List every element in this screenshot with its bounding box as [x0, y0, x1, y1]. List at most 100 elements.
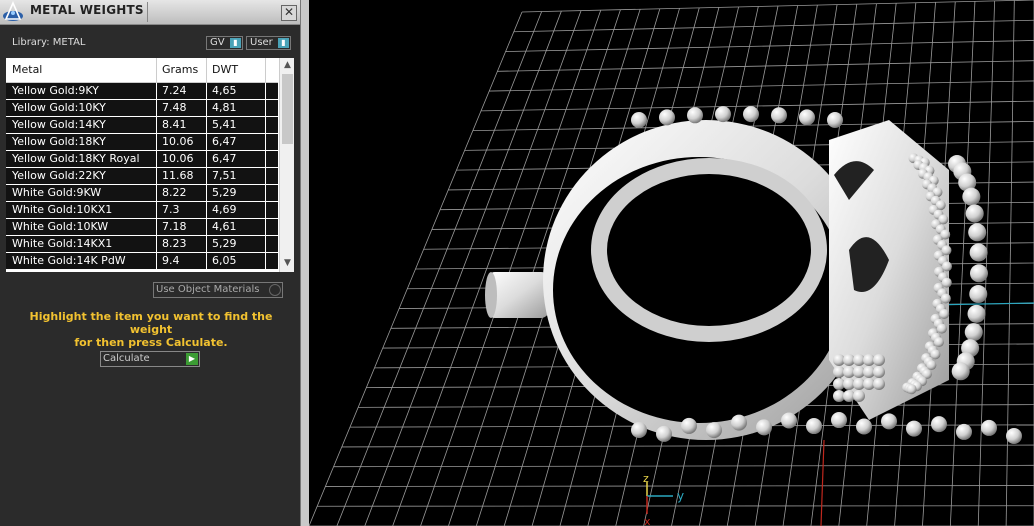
- cell-metal: Yellow Gold:18KY Royal: [12, 152, 140, 165]
- cell-metal: White Gold:14K PdW: [12, 254, 126, 267]
- column-header-grams[interactable]: Grams: [162, 63, 198, 76]
- cell-divider: [156, 185, 157, 202]
- cell-grams: 8.22: [162, 186, 187, 199]
- cell-metal: White Gold:10KW: [12, 220, 109, 233]
- cell-dwt: 4,61: [212, 220, 237, 233]
- bead: [969, 285, 988, 304]
- bead: [969, 264, 988, 283]
- cell-grams: 9.4: [162, 254, 180, 267]
- bead: [962, 187, 981, 206]
- cell-grams: 10.06: [162, 152, 194, 165]
- bead: [743, 106, 759, 123]
- close-button[interactable]: ✕: [281, 5, 297, 21]
- cell-metal: Yellow Gold:10KY: [12, 101, 106, 114]
- bead: [956, 423, 972, 440]
- viewport-scene[interactable]: [309, 0, 1034, 526]
- x-axis-label: x: [644, 515, 651, 526]
- column-divider[interactable]: [156, 58, 157, 82]
- bead: [856, 418, 872, 435]
- bead: [967, 304, 986, 323]
- column-header-metal[interactable]: Metal: [12, 63, 42, 76]
- bead: [931, 416, 947, 433]
- scroll-thumb[interactable]: [282, 74, 293, 144]
- table-row[interactable]: White Gold:14K PdW 9.4 6,05: [6, 253, 278, 270]
- cell-divider: [206, 83, 207, 100]
- cell-dwt: 4,65: [212, 84, 237, 97]
- cell-grams: 7.3: [162, 203, 180, 216]
- metal-weights-table: Metal Grams DWT Yellow Gold:9KY 7.24 4,65 Y…: [6, 58, 294, 272]
- bead: [656, 425, 672, 442]
- bead: [873, 366, 885, 378]
- user-toggle[interactable]: User ▮: [246, 36, 291, 50]
- cell-divider: [206, 134, 207, 151]
- table-row[interactable]: Yellow Gold:14KY 8.41 5,41: [6, 117, 278, 134]
- table-row[interactable]: White Gold:14KX1 8.23 5,29: [6, 236, 278, 253]
- scroll-up-icon[interactable]: ▲: [280, 60, 294, 72]
- title-bar[interactable]: METAL WEIGHTS ✕: [0, 0, 300, 25]
- cell-divider: [206, 117, 207, 134]
- axis-gizmo-icon: z y x: [643, 472, 684, 526]
- table-row[interactable]: Yellow Gold:18KY Royal 10.06 6,47: [6, 151, 278, 168]
- table-row[interactable]: White Gold:9KW 8.22 5,29: [6, 185, 278, 202]
- cell-dwt: 7,51: [212, 169, 237, 182]
- table-row[interactable]: Yellow Gold:9KY 7.24 4,65: [6, 83, 278, 100]
- ring-model[interactable]: [485, 106, 1022, 444]
- cell-grams: 11.68: [162, 169, 194, 182]
- bead: [968, 223, 987, 242]
- table-scrollbar[interactable]: ▲ ▼: [279, 58, 294, 272]
- bead: [799, 109, 815, 126]
- bead: [681, 417, 697, 434]
- cell-dwt: 4,81: [212, 101, 237, 114]
- panel-resize-edge[interactable]: [300, 0, 309, 526]
- cell-metal: White Gold:14KX1: [12, 237, 113, 250]
- cell-dwt: 4,69: [212, 203, 237, 216]
- cell-grams: 7.18: [162, 220, 187, 233]
- scroll-down-icon[interactable]: ▼: [280, 258, 294, 270]
- instruction-line: Highlight the item you want to find the …: [29, 310, 273, 336]
- bead: [827, 112, 843, 128]
- cell-divider: [265, 185, 266, 202]
- cell-dwt: 6,05: [212, 254, 237, 267]
- cell-divider: [156, 236, 157, 253]
- table-row[interactable]: Yellow Gold:10KY 7.48 4,81: [6, 100, 278, 117]
- table-row[interactable]: White Gold:10KX1 7.3 4,69: [6, 202, 278, 219]
- bead: [873, 378, 885, 390]
- table-row[interactable]: Yellow Gold:22KY 11.68 7,51: [6, 168, 278, 185]
- cell-divider: [206, 219, 207, 236]
- metal-weights-panel: METAL WEIGHTS ✕ Library: METAL GV ▮ User…: [0, 0, 302, 526]
- app-logo-icon: [3, 1, 23, 21]
- bead: [781, 412, 797, 429]
- cell-divider: [156, 134, 157, 151]
- z-axis-label: z: [643, 472, 649, 485]
- gv-toggle[interactable]: GV ▮: [206, 36, 243, 50]
- bead: [706, 422, 722, 439]
- cell-dwt: 5,29: [212, 186, 237, 199]
- cell-dwt: 6,47: [212, 135, 237, 148]
- toggle-icon: ▮: [278, 38, 289, 48]
- calculate-button[interactable]: Calculate ▶: [100, 351, 200, 367]
- window-title: METAL WEIGHTS: [30, 3, 144, 17]
- cell-metal: White Gold:10KX1: [12, 203, 113, 216]
- table-row[interactable]: White Gold:10KW 7.18 4,61: [6, 219, 278, 236]
- table-body: Yellow Gold:9KY 7.24 4,65 Yellow Gold:10KY 7…: [6, 83, 278, 270]
- cell-divider: [156, 117, 157, 134]
- table-row[interactable]: Yellow Gold:18KY 10.06 6,47: [6, 134, 278, 151]
- bead: [756, 419, 772, 436]
- cell-metal: Yellow Gold:9KY: [12, 84, 99, 97]
- 3d-viewport[interactable]: z y x: [309, 0, 1034, 526]
- cell-grams: 7.48: [162, 101, 187, 114]
- cell-dwt: 5,29: [212, 237, 237, 250]
- column-header-dwt[interactable]: DWT: [212, 63, 238, 76]
- column-divider[interactable]: [265, 58, 266, 82]
- x-axis-line: [820, 439, 825, 526]
- bead: [906, 384, 917, 395]
- bead: [936, 323, 947, 334]
- bead: [881, 413, 897, 430]
- cell-divider: [265, 134, 266, 151]
- cell-dwt: 5,41: [212, 118, 237, 131]
- cell-metal: Yellow Gold:22KY: [12, 169, 106, 182]
- bead: [771, 107, 787, 124]
- bead: [940, 293, 951, 304]
- column-divider[interactable]: [206, 58, 207, 82]
- use-object-materials-toggle[interactable]: Use Object Materials: [153, 282, 283, 298]
